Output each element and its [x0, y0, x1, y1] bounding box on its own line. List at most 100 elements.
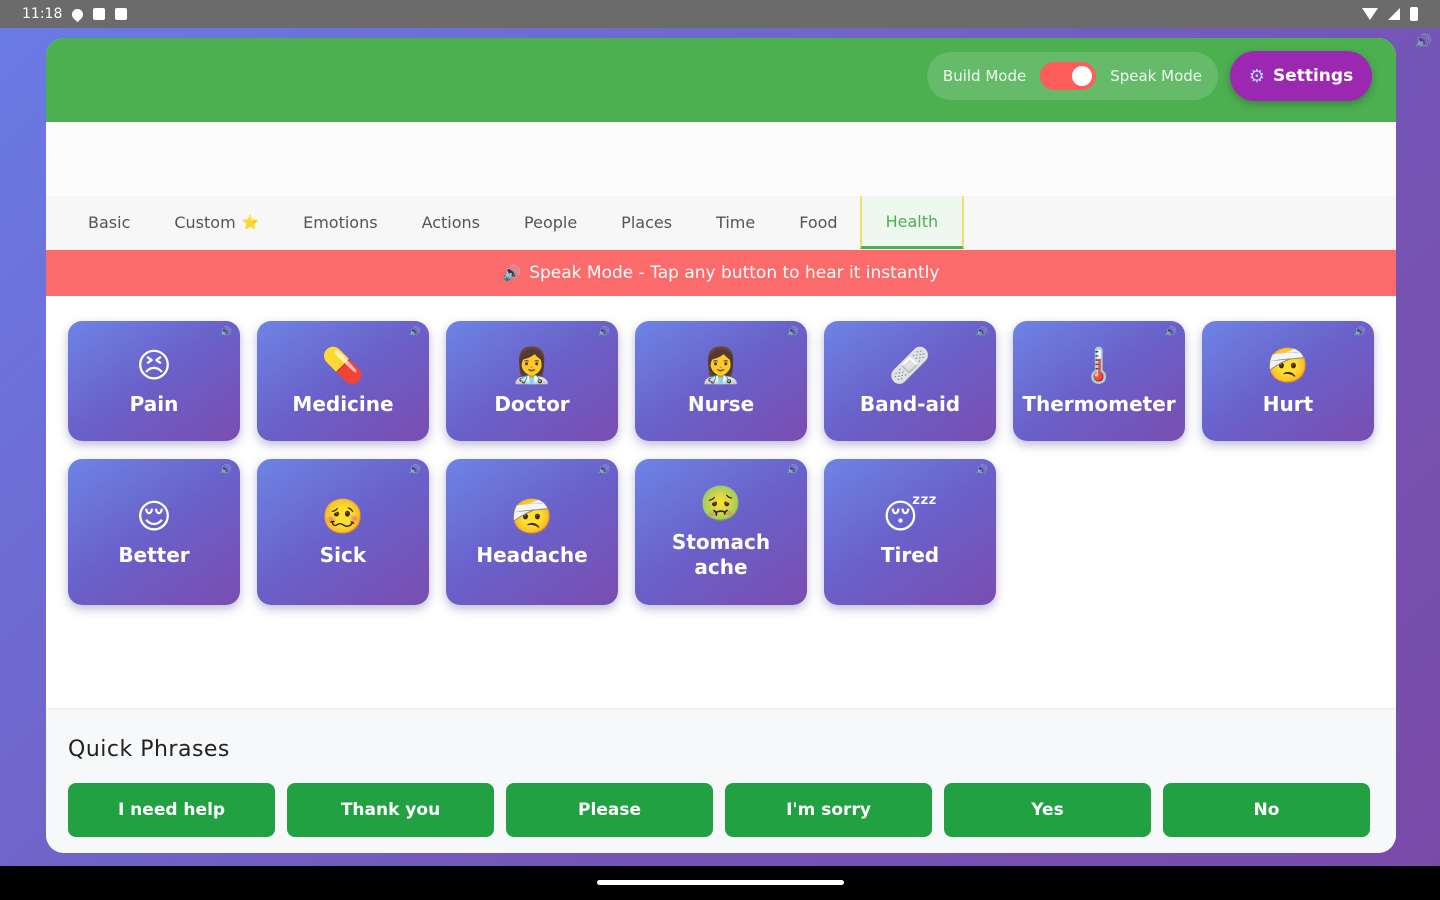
- location-icon: [70, 6, 86, 22]
- home-gesture-handle[interactable]: [597, 880, 844, 885]
- tab-label: Food: [799, 213, 838, 232]
- speaker-corner-icon: 🔊: [597, 465, 610, 476]
- speaker-corner-icon: 🔊: [597, 327, 610, 338]
- gear-icon: ⚙: [1248, 65, 1265, 87]
- head-bandage-emoji-icon: 🤕: [1266, 345, 1310, 386]
- tile-label: Stomach ache: [671, 530, 771, 579]
- tile-label: Medicine: [292, 391, 394, 416]
- tab-label: Places: [621, 213, 673, 232]
- speaker-corner-icon: 🔊: [408, 327, 421, 338]
- system-nav-bar: [0, 866, 1440, 900]
- tile-band-aid[interactable]: 🔊 🩹 Band-aid: [824, 321, 996, 441]
- tab-label: Time: [716, 213, 756, 232]
- build-mode-label: Build Mode: [942, 67, 1027, 85]
- tab-actions[interactable]: Actions: [400, 196, 502, 249]
- speaker-corner-icon: 🔊: [786, 327, 799, 338]
- tile-nurse[interactable]: 🔊 👩‍⚕️ Nurse: [635, 321, 807, 441]
- tile-tired[interactable]: 🔊 😴 Tired: [824, 459, 996, 605]
- nurse-emoji-icon: 👩‍⚕️: [699, 345, 743, 386]
- doctor-emoji-icon: 👩‍⚕️: [510, 345, 554, 386]
- tab-basic[interactable]: Basic: [66, 196, 152, 249]
- tab-time[interactable]: Time: [694, 196, 777, 249]
- speaker-corner-icon: 🔊: [219, 465, 232, 476]
- settings-button[interactable]: ⚙ Settings: [1230, 51, 1372, 101]
- head-bandage-emoji-icon: 🤕: [510, 496, 554, 537]
- speak-mode-banner: 🔊 Speak Mode - Tap any button to hear it…: [46, 250, 1396, 296]
- tab-people[interactable]: People: [502, 196, 599, 249]
- tile-label: Sick: [319, 542, 367, 567]
- status-time: 11:18: [22, 6, 63, 22]
- settings-label: Settings: [1272, 66, 1354, 86]
- mode-toggle-group: Build Mode Speak Mode: [926, 52, 1218, 100]
- speaker-corner-icon: 🔊: [219, 327, 232, 338]
- banner-text: Speak Mode - Tap any button to hear it i…: [529, 263, 940, 283]
- speaker-corner-icon: 🔊: [1164, 327, 1177, 338]
- category-tabs: Basic Custom ⭐ Emotions Actions People Pl…: [46, 196, 1396, 250]
- tile-medicine[interactable]: 🔊 💊 Medicine: [257, 321, 429, 441]
- woozy-emoji-icon: 🥴: [321, 496, 365, 537]
- tile-label: Hurt: [1262, 391, 1314, 416]
- tile-label: Headache: [476, 542, 588, 567]
- speak-mode-label: Speak Mode: [1110, 67, 1202, 85]
- phrase-button-please[interactable]: Please: [506, 783, 713, 837]
- tab-label: Emotions: [303, 213, 378, 232]
- speaker-corner-icon: 🔊: [975, 465, 988, 476]
- relieved-emoji-icon: 😌: [136, 496, 172, 537]
- tab-food[interactable]: Food: [777, 196, 859, 249]
- tile-label: Thermometer: [1022, 391, 1176, 416]
- phrase-button-help[interactable]: I need help: [68, 783, 275, 837]
- tile-sick[interactable]: 🔊 🥴 Sick: [257, 459, 429, 605]
- speaker-side-icon: 🔊: [1414, 34, 1432, 50]
- tab-label: Basic: [88, 213, 131, 232]
- phrase-button-sorry[interactable]: I'm sorry: [725, 783, 932, 837]
- speaker-corner-icon: 🔊: [786, 465, 799, 476]
- pill-emoji-icon: 💊: [321, 345, 365, 386]
- quick-phrases-row: I need help Thank you Please I'm sorry Y…: [68, 783, 1370, 837]
- tile-label: Better: [118, 542, 190, 567]
- tile-better[interactable]: 🔊 😌 Better: [68, 459, 240, 605]
- tile-label: Tired: [880, 542, 940, 567]
- app-window: Build Mode Speak Mode ⚙ Settings Basic C…: [46, 38, 1396, 853]
- notification-icon: [115, 8, 128, 20]
- phrase-button-thank-you[interactable]: Thank you: [287, 783, 494, 837]
- speaker-icon: 🔊: [502, 264, 522, 282]
- speaker-corner-icon: 🔊: [408, 465, 421, 476]
- status-bar: 11:18: [0, 0, 1440, 28]
- app-header: Build Mode Speak Mode ⚙ Settings: [46, 38, 1396, 122]
- tab-label: Health: [885, 211, 939, 231]
- switch-knob: [1072, 66, 1093, 86]
- tab-health[interactable]: Health: [859, 196, 965, 249]
- content-spacer: [46, 122, 1396, 196]
- quick-phrases-panel: Quick Phrases I need help Thank you Plea…: [46, 708, 1396, 853]
- tab-label: Actions: [421, 213, 481, 232]
- mode-switch[interactable]: [1040, 62, 1097, 90]
- tile-thermometer[interactable]: 🔊 🌡️ Thermometer: [1013, 321, 1185, 441]
- wifi-icon: [1362, 8, 1378, 20]
- speaker-corner-icon: 🔊: [1353, 327, 1366, 338]
- tile-stomach-ache[interactable]: 🔊 🤢 Stomach ache: [635, 459, 807, 605]
- tab-emotions[interactable]: Emotions: [281, 196, 399, 249]
- tile-label: Doctor: [494, 391, 570, 416]
- tab-label: Custom: [174, 213, 236, 232]
- tile-label: Nurse: [687, 391, 755, 416]
- tile-label: Band-aid: [859, 391, 961, 416]
- nauseated-emoji-icon: 🤢: [699, 484, 743, 524]
- battery-icon: [1410, 7, 1418, 21]
- tile-pain[interactable]: 🔊 😣 Pain: [68, 321, 240, 441]
- tile-label: Pain: [129, 391, 179, 416]
- tile-doctor[interactable]: 🔊 👩‍⚕️ Doctor: [446, 321, 618, 441]
- thermometer-emoji-icon: 🌡️: [1077, 345, 1121, 386]
- star-icon: ⭐: [241, 214, 260, 231]
- tab-places[interactable]: Places: [599, 196, 694, 249]
- phrase-button-yes[interactable]: Yes: [944, 783, 1151, 837]
- quick-phrases-title: Quick Phrases: [68, 737, 230, 762]
- tab-label: People: [524, 213, 578, 232]
- sleeping-emoji-icon: 😴: [882, 496, 938, 537]
- signal-icon: [1388, 8, 1400, 20]
- tab-custom[interactable]: Custom ⭐: [152, 196, 281, 249]
- tile-headache[interactable]: 🔊 🤕 Headache: [446, 459, 618, 605]
- phrase-button-no[interactable]: No: [1163, 783, 1370, 837]
- pain-emoji-icon: 😣: [136, 345, 172, 386]
- speaker-corner-icon: 🔊: [975, 327, 988, 338]
- tile-hurt[interactable]: 🔊 🤕 Hurt: [1202, 321, 1374, 441]
